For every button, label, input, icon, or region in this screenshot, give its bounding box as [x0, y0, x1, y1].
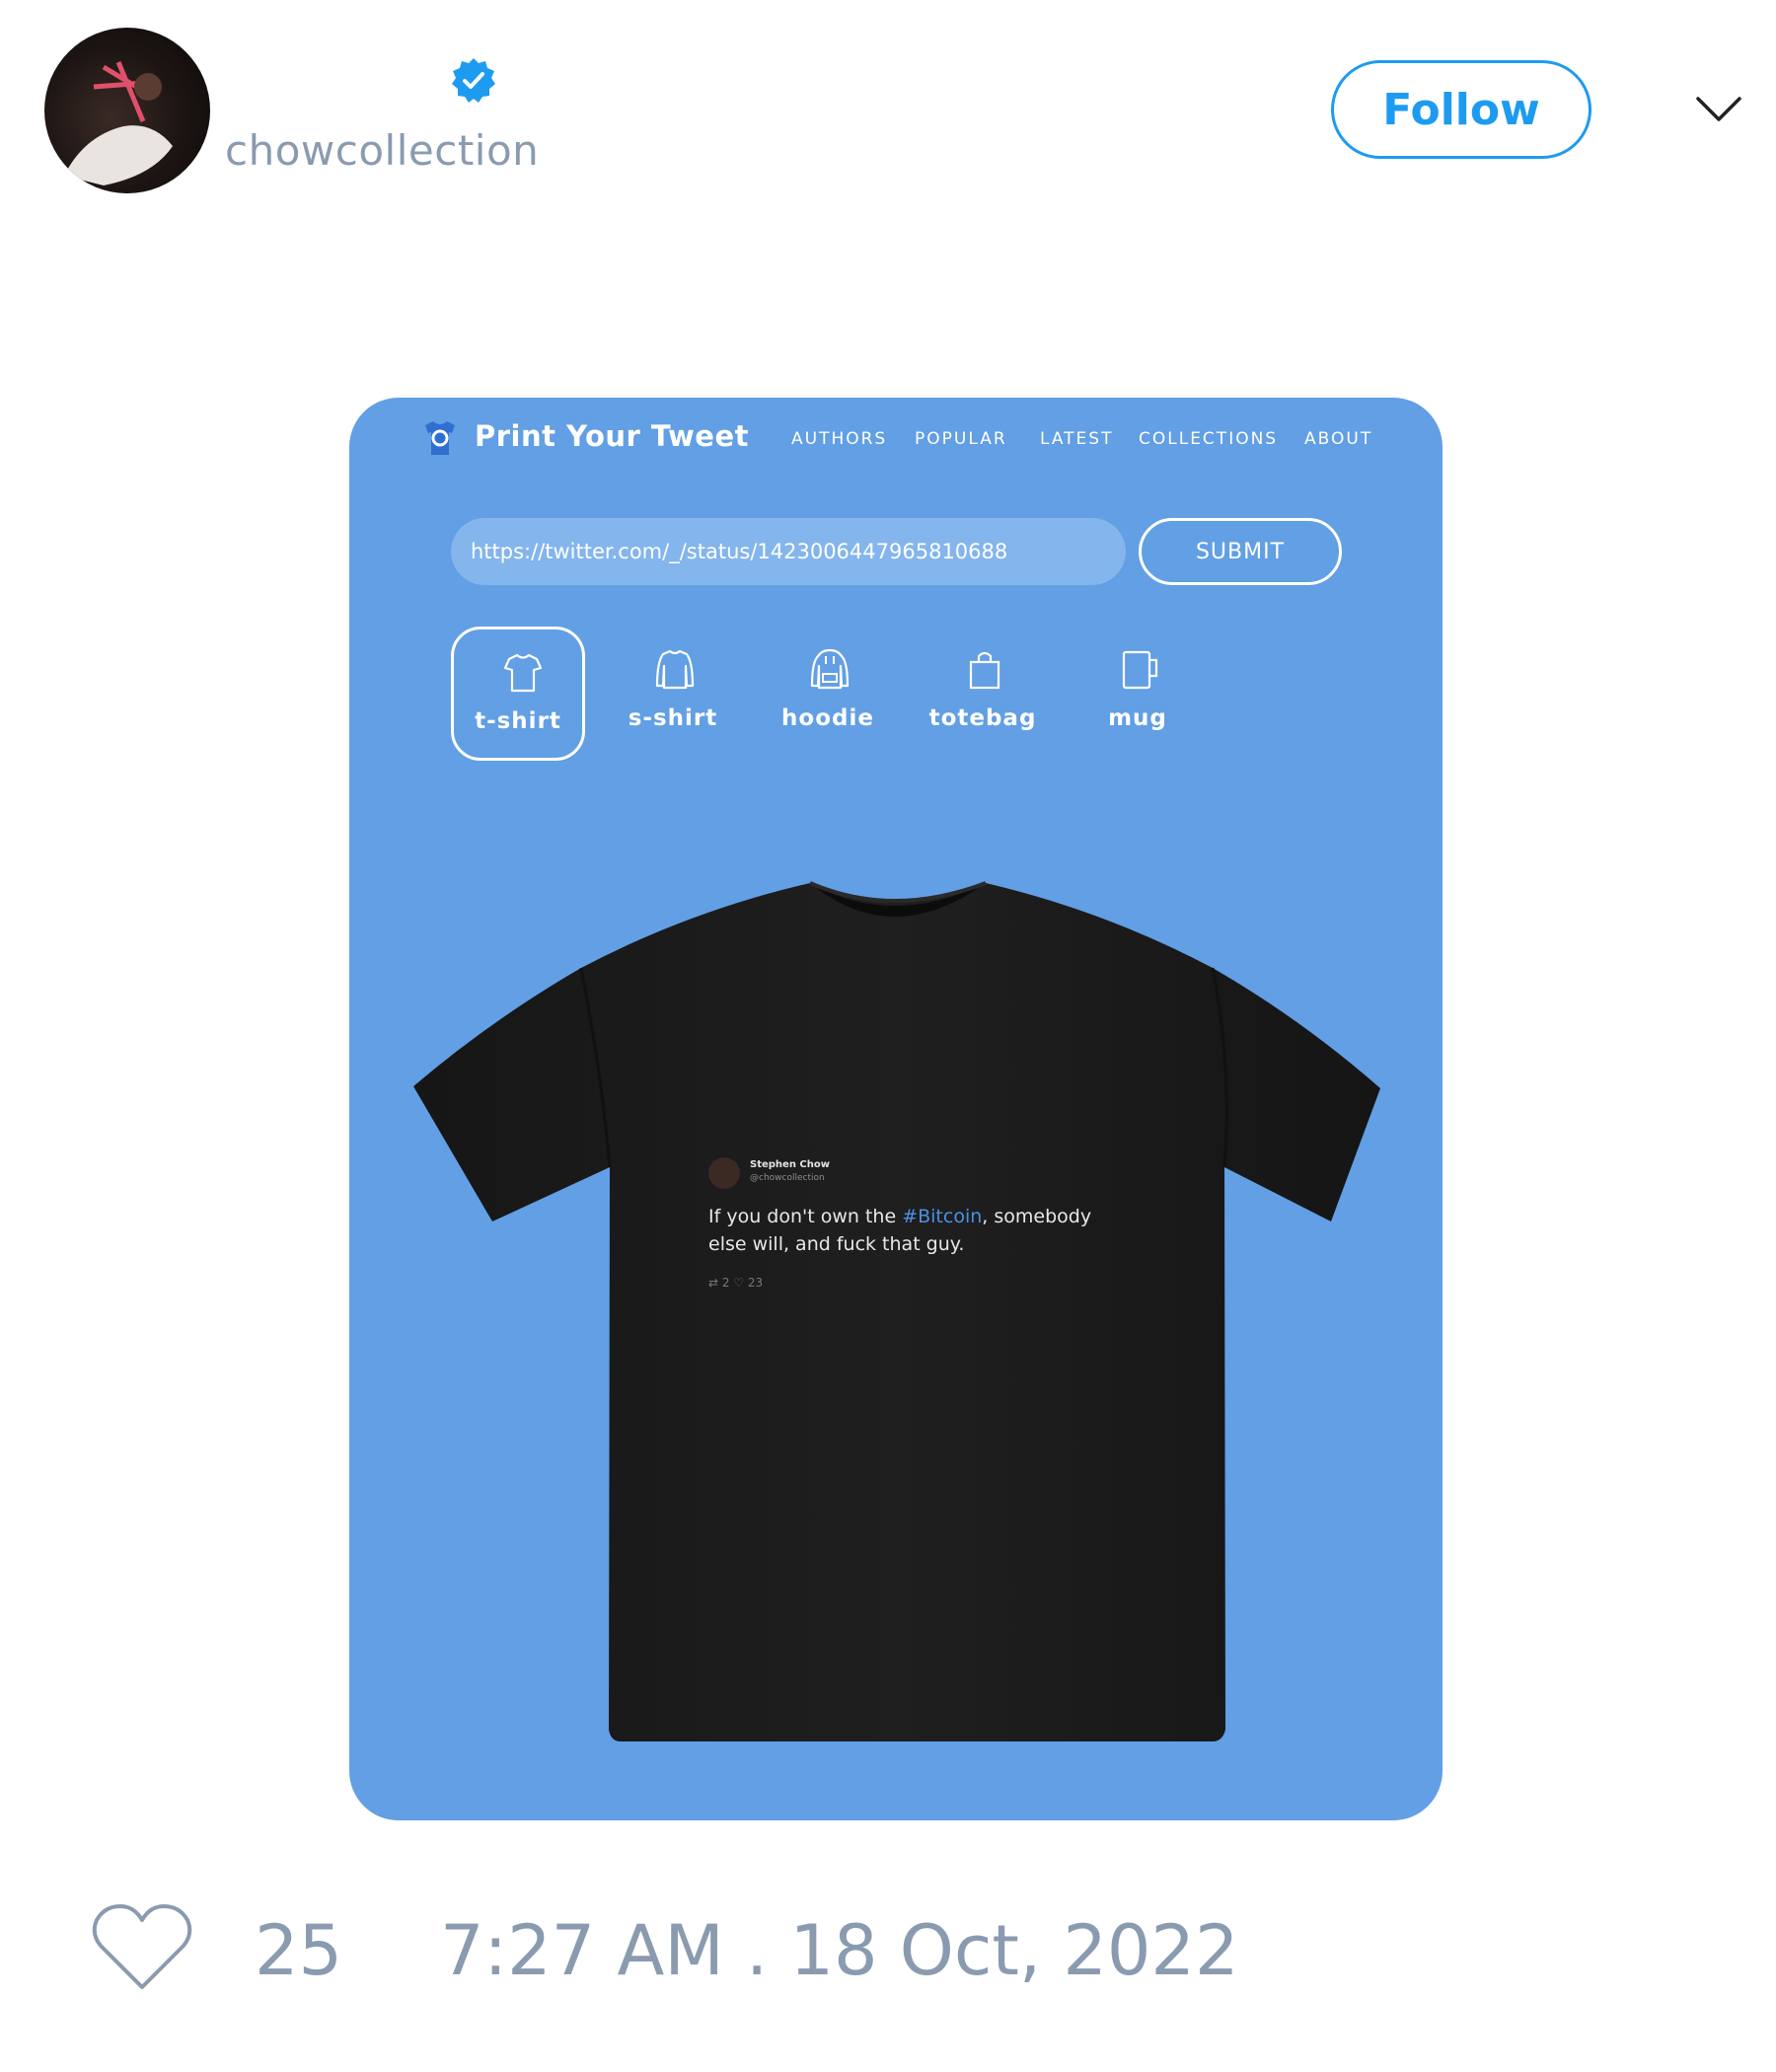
print-your-tweet-logo-icon: [425, 421, 455, 455]
nav-about[interactable]: ABOUT: [1304, 429, 1372, 449]
sweatshirt-icon: [655, 649, 695, 690]
chevron-down-icon[interactable]: [1695, 95, 1742, 124]
hoodie-icon: [810, 648, 850, 690]
product-sweatshirt[interactable]: s-shirt: [606, 627, 740, 761]
heart-icon[interactable]: [91, 1902, 193, 1993]
printed-tweet-handle: @chowcollection: [750, 1173, 825, 1183]
printed-tweet-stats: ⇄ 2 ♡ 23: [708, 1276, 764, 1290]
product-label: totebag: [928, 705, 1037, 731]
tshirt-mockup-image: [413, 881, 1380, 1741]
tshirt-icon: [503, 653, 543, 693]
submit-button[interactable]: SUBMIT: [1139, 518, 1342, 585]
tweet-media-card[interactable]: Print Your Tweet AUTHORS POPULAR LATEST …: [349, 398, 1443, 1820]
printed-tweet-text: If you don't own the #Bitcoin, somebody …: [708, 1206, 1092, 1255]
nav-authors[interactable]: AUTHORS: [791, 429, 887, 449]
follow-button[interactable]: Follow: [1331, 60, 1591, 159]
printed-tweet-avatar: [708, 1157, 740, 1189]
verified-badge-icon: [452, 58, 495, 103]
like-count: 25: [255, 1910, 343, 1991]
nav-latest[interactable]: LATEST: [1040, 429, 1113, 449]
product-hoodie[interactable]: hoodie: [761, 627, 895, 761]
totebag-icon: [969, 651, 1000, 690]
user-handle[interactable]: chowcollection: [225, 126, 539, 175]
nav-collections[interactable]: COLLECTIONS: [1139, 429, 1278, 449]
product-label: mug: [1108, 705, 1167, 731]
site-brand[interactable]: Print Your Tweet: [475, 419, 749, 453]
product-label: hoodie: [781, 705, 874, 731]
nav-popular[interactable]: POPULAR: [915, 429, 1007, 449]
product-label: s-shirt: [628, 705, 718, 731]
tweet-timestamp[interactable]: 7:27 AM . 18 Oct, 2022: [440, 1910, 1238, 1991]
tweet-url-input[interactable]: [451, 518, 1126, 585]
product-label: t-shirt: [475, 708, 561, 734]
avatar[interactable]: [44, 28, 210, 193]
printed-hashtag: #Bitcoin: [902, 1206, 983, 1227]
product-totebag[interactable]: totebag: [916, 627, 1050, 761]
mug-icon: [1122, 650, 1158, 690]
printed-tweet-name: Stephen Chow: [750, 1159, 830, 1170]
product-mug[interactable]: mug: [1071, 627, 1205, 761]
product-tshirt[interactable]: t-shirt: [451, 627, 585, 761]
